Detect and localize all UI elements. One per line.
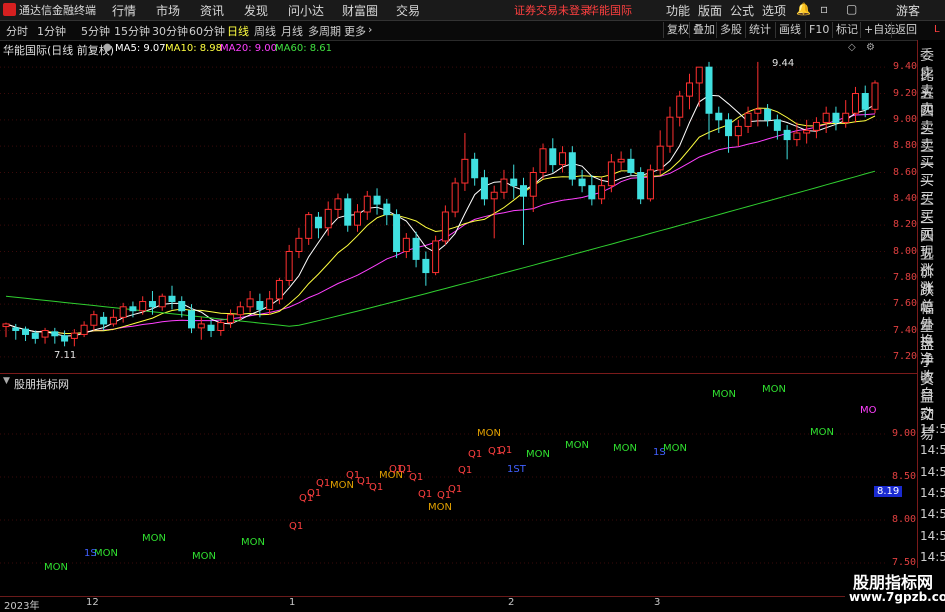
y-tick-label: 8.20 — [893, 219, 918, 231]
signal-label: Q1 — [289, 521, 304, 532]
signal-label: MON — [565, 440, 589, 451]
signal-label: Q1 — [418, 489, 433, 500]
watermark-box: 股朋指标网 www.7gpzb.com — [845, 568, 945, 609]
date-axis: 2023年 12 1 2 3 — [0, 596, 945, 612]
y-tick-label: 9.40 — [893, 61, 918, 73]
signal-label: Q1 — [468, 449, 483, 460]
date-label-12: 12 — [86, 597, 99, 608]
date-label-2023: 2023年 — [4, 601, 40, 612]
signal-label-layer: MON MON 1S MON MON MON Q1 Q1 Q1 Q1 MON Q1 Q1 Q1 MON Q1 Q… — [0, 0, 888, 609]
signal-label: MON — [663, 443, 687, 454]
btn-fanhui[interactable]: 返回 — [891, 22, 920, 38]
signal-label: MON — [241, 537, 265, 548]
signal-label: MON — [192, 551, 216, 562]
signal-label: Q1 — [448, 484, 463, 495]
y-tick-label: 7.60 — [893, 298, 918, 310]
y-tick-label: 8.00 — [893, 245, 918, 257]
signal-label: MON — [428, 502, 452, 513]
signal-label: MON — [44, 562, 68, 573]
panel-divider — [0, 373, 918, 374]
date-label-3: 3 — [654, 597, 661, 608]
y-tick-label: 7.20 — [893, 350, 918, 362]
corner-l-label: L — [934, 24, 940, 35]
y-tick-label: 9.20 — [893, 87, 918, 99]
signal-label: MO — [860, 405, 877, 416]
date-label-2: 2 — [508, 597, 515, 608]
y-tick-label: 7.80 — [893, 271, 918, 283]
signal-label: Q1 — [316, 478, 331, 489]
signal-label: MON — [142, 533, 166, 544]
y-tick-label: 7.40 — [893, 324, 918, 336]
signal-label: Q1 — [498, 445, 513, 456]
y-tick-label: 8.80 — [893, 140, 918, 152]
signal-label: Q1 — [409, 472, 424, 483]
y-tick-label: 9.00 — [893, 113, 918, 125]
trade-time-label: 14:56 — [920, 528, 945, 543]
signal-label: Q1 — [369, 482, 384, 493]
signal-label: MON — [712, 389, 736, 400]
signal-label: Q1 — [307, 488, 322, 499]
y-tick-label: 8.40 — [893, 192, 918, 204]
trade-time-label: 14:56 — [920, 464, 945, 479]
signal-label: MON — [94, 548, 118, 559]
signal-label: 1S — [84, 548, 97, 559]
signal-label: 1ST — [507, 464, 526, 475]
sub-y-tick-label: 9.00 — [892, 428, 917, 439]
watermark-url: www.7gpzb.com — [849, 590, 945, 604]
sub-y-tick-label: 7.50 — [892, 557, 917, 568]
sub-y-tick-label: 8.50 — [892, 471, 917, 482]
signal-label: MON — [810, 427, 834, 438]
trade-time-label: 14:56 — [920, 443, 945, 458]
trade-time-label: 14:56 — [920, 485, 945, 500]
signal-label: MON — [762, 384, 786, 395]
y-tick-label: 8.60 — [893, 166, 918, 178]
signal-label: MON — [526, 449, 550, 460]
trade-time-label: 14:56 — [920, 422, 945, 436]
signal-label: MON — [477, 428, 501, 439]
guest-label[interactable]: 游客 — [896, 2, 920, 19]
quote-side-panel: 委比 卖五 卖四 卖三 卖二 卖一 买一 买二 买三 买四 买五 现价 涨跌 涨幅 总量 外盘 换手 净资 收益 自动… — [918, 24, 945, 606]
trade-time-label: 14:56 — [920, 549, 945, 564]
sub-y-tick-label: 8.00 — [892, 514, 917, 525]
signal-label: Q1 — [458, 465, 473, 476]
trade-time-label: 14:56 — [920, 507, 945, 522]
signal-label: MON — [330, 480, 354, 491]
signal-label: MON — [613, 443, 637, 454]
date-label-1: 1 — [289, 597, 296, 608]
